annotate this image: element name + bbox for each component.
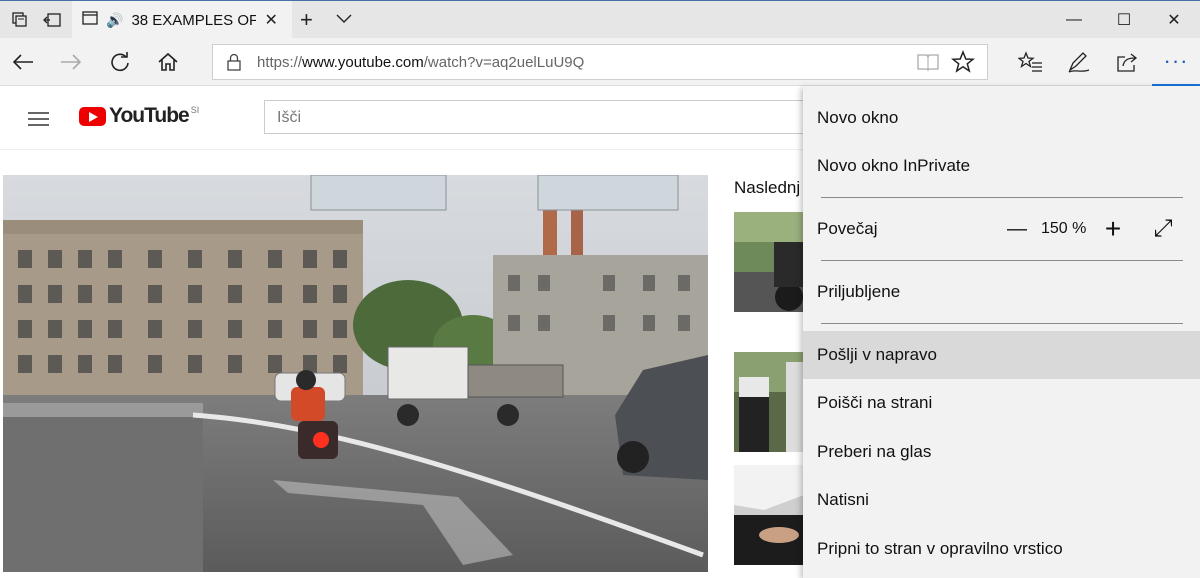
- speaker-icon[interactable]: 🔊: [106, 12, 123, 29]
- menu-item-label: Pripni to stran v opravilno vrstico: [817, 539, 1063, 558]
- recommended-video-thumbnail[interactable]: [734, 212, 804, 312]
- tab-bar: 🔊 38 EXAMPLES OF B ✕ + — ☐ ✕: [0, 0, 1200, 39]
- menu-item-label: Pošlji v napravo: [817, 345, 938, 364]
- settings-and-more-menu: Novo okno Novo okno InPrivate Povečaj — …: [803, 86, 1200, 578]
- fullscreen-icon[interactable]: ⤢: [1149, 205, 1177, 253]
- share-button[interactable]: [1112, 48, 1142, 76]
- menu-item-label: Novo okno: [817, 108, 899, 127]
- refresh-button[interactable]: [105, 48, 135, 76]
- close-window-button[interactable]: ✕: [1154, 9, 1194, 31]
- minimize-button[interactable]: —: [1054, 9, 1094, 31]
- recommended-video-thumbnail[interactable]: [734, 465, 804, 565]
- menu-item-label: Preberi na glas: [817, 442, 932, 461]
- back-button[interactable]: [8, 48, 38, 76]
- menu-item-label: Novo okno InPrivate: [817, 156, 971, 175]
- tab-active[interactable]: 🔊 38 EXAMPLES OF B ✕: [72, 1, 292, 39]
- maximize-button[interactable]: ☐: [1104, 9, 1144, 31]
- menu-item-new-window[interactable]: Novo okno: [803, 94, 1200, 142]
- menu-item-find-on-page[interactable]: Poišči na strani: [803, 379, 1200, 427]
- video-player[interactable]: [3, 175, 708, 572]
- menu-item-send-to-device[interactable]: Pošlji v napravo: [803, 331, 1200, 379]
- country-code: SI: [190, 105, 200, 115]
- pen-icon: [1068, 52, 1090, 73]
- youtube-wordmark: YouTube: [109, 104, 190, 127]
- tab-list-chevron-icon[interactable]: [336, 11, 352, 29]
- favorites-hub-button[interactable]: [1016, 48, 1046, 76]
- address-bar[interactable]: https://www.youtube.com/watch?v=aq2uelLu…: [212, 44, 988, 80]
- new-tab-button[interactable]: +: [300, 7, 313, 33]
- thumbnail-image: [734, 465, 804, 565]
- youtube-play-icon: [79, 107, 106, 126]
- menu-separator: [821, 323, 1183, 324]
- url-text[interactable]: https://www.youtube.com/watch?v=aq2uelLu…: [257, 54, 584, 71]
- recommended-video-thumbnail[interactable]: [734, 352, 804, 452]
- reading-view-icon[interactable]: [917, 53, 939, 76]
- page-icon: [82, 10, 98, 30]
- lock-icon: [227, 53, 241, 76]
- web-note-button[interactable]: [1064, 48, 1094, 76]
- more-dots-icon: ···: [1163, 48, 1189, 73]
- settings-and-more-button[interactable]: ···: [1152, 38, 1200, 86]
- menu-item-label: Priljubljene: [817, 282, 901, 301]
- favorites-list-icon: [1018, 51, 1042, 72]
- menu-item-new-inprivate-window[interactable]: Novo okno InPrivate: [803, 142, 1200, 190]
- menu-item-label: Poišči na strani: [817, 393, 933, 412]
- up-next-label: Naslednj: [734, 178, 801, 197]
- thumbnail-image: [734, 352, 804, 452]
- url-prefix: https://: [257, 54, 303, 71]
- tab-close-icon[interactable]: ✕: [264, 10, 277, 30]
- search-placeholder: Išči: [277, 109, 301, 126]
- zoom-out-button[interactable]: —: [1003, 205, 1031, 253]
- menu-item-label: Natisni: [817, 490, 869, 509]
- home-icon: [158, 52, 178, 71]
- forward-button[interactable]: [56, 48, 86, 76]
- forward-arrow-icon: [61, 54, 82, 70]
- zoom-level: 150 %: [1041, 220, 1087, 237]
- menu-item-pin-to-taskbar[interactable]: Pripni to stran v opravilno vrstico: [803, 525, 1200, 573]
- home-button[interactable]: [153, 48, 183, 76]
- menu-item-read-aloud[interactable]: Preberi na glas: [803, 428, 1200, 476]
- tab-title: 38 EXAMPLES OF B: [131, 11, 257, 29]
- navigation-bar: https://www.youtube.com/watch?v=aq2uelLu…: [0, 38, 1200, 86]
- back-arrow-icon: [12, 54, 33, 70]
- refresh-icon: [111, 52, 129, 72]
- favorite-star-icon[interactable]: [950, 49, 976, 79]
- menu-separator: [821, 197, 1183, 198]
- video-frame: [3, 175, 708, 572]
- share-icon: [1117, 53, 1138, 72]
- menu-item-label: Povečaj: [817, 219, 878, 238]
- menu-separator: [821, 260, 1183, 261]
- menu-item-print[interactable]: Natisni: [803, 476, 1200, 524]
- url-path: /watch?v=aq2uelLuU9Q: [423, 54, 585, 71]
- youtube-logo[interactable]: YouTube SI: [79, 104, 200, 128]
- hamburger-menu-icon[interactable]: [28, 111, 50, 132]
- menu-item-favorites[interactable]: Priljubljene: [803, 268, 1200, 316]
- url-domain: www.youtube.com: [302, 54, 424, 71]
- search-input[interactable]: Išči: [264, 100, 824, 134]
- tab-actions-icon[interactable]: [8, 9, 32, 31]
- menu-item-zoom: Povečaj — 150 % + ⤢: [803, 205, 1200, 253]
- set-tabs-aside-icon[interactable]: [40, 9, 64, 31]
- thumbnail-image: [734, 212, 804, 312]
- zoom-in-button[interactable]: +: [1099, 205, 1127, 253]
